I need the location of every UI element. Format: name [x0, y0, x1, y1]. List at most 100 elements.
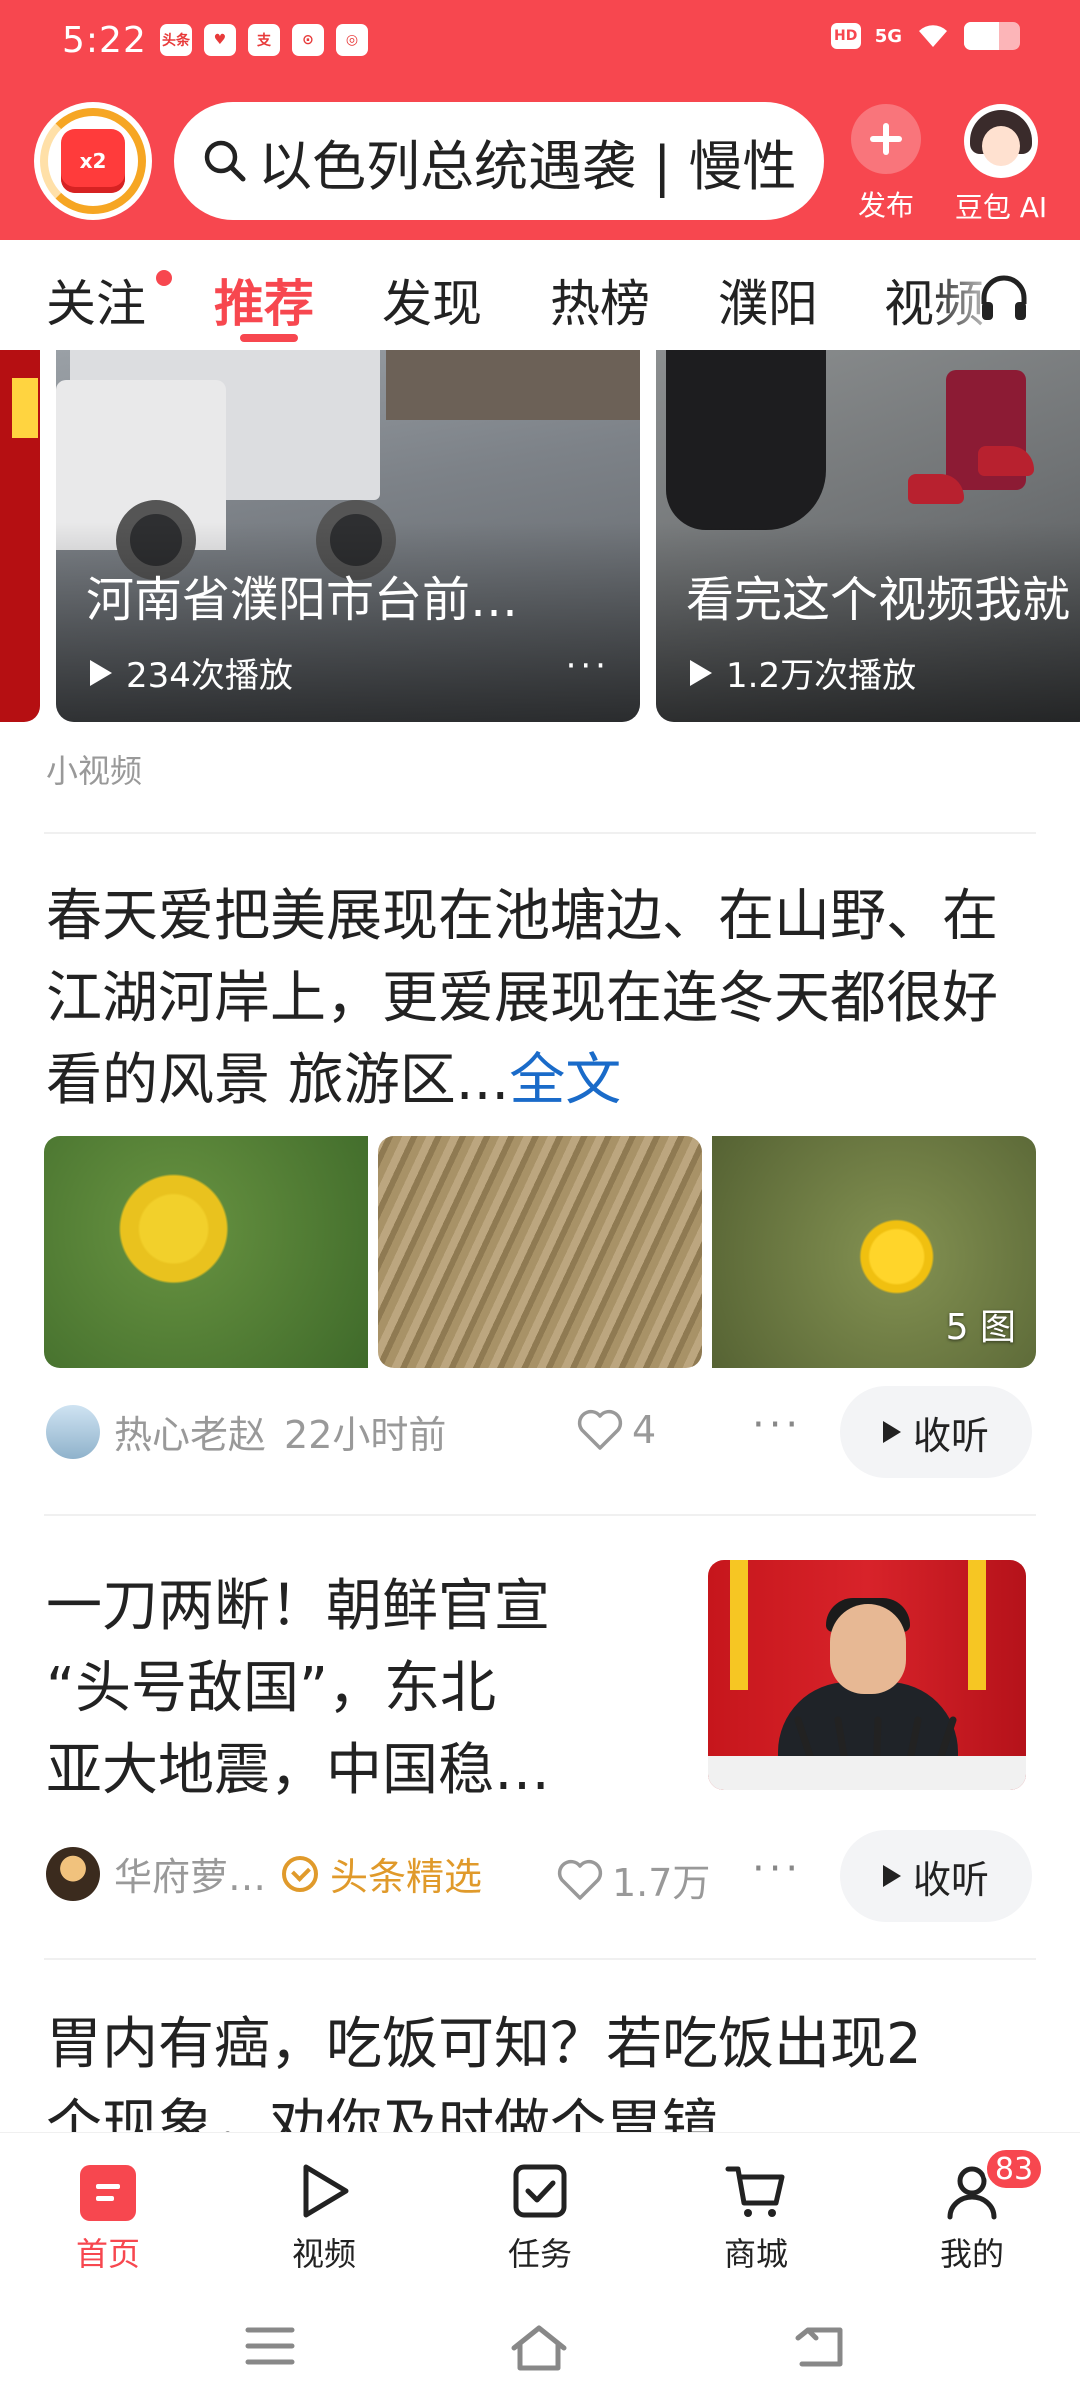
top-header: 5:22 头条 ♥ 支 ⊙ ◎ HD 5G x2 以色列总统遇袭 | 慢性 发布 — [0, 0, 1080, 240]
video-plays: 1.2万次播放 — [690, 648, 916, 697]
article-thumbnail[interactable] — [708, 1560, 1026, 1790]
heart-icon — [577, 1409, 623, 1450]
article-image[interactable] — [378, 1136, 702, 1368]
divider — [44, 1514, 1036, 1516]
more-icon[interactable]: ··· — [566, 646, 610, 686]
video-card-edge[interactable] — [0, 350, 40, 722]
play-icon — [882, 1421, 901, 1443]
video-plays: 234次播放 — [90, 648, 293, 697]
doubao-label: 豆包 AI — [954, 191, 1048, 224]
status-app-icon: ◎ — [336, 24, 368, 56]
article-image[interactable]: 5 图 — [712, 1136, 1036, 1368]
table-shape — [708, 1756, 1026, 1790]
active-tab-indicator — [240, 334, 298, 342]
signal-icon: 5G — [874, 25, 902, 47]
play-count: 234次播放 — [126, 656, 293, 696]
listen-label: 收听 — [912, 1413, 989, 1458]
status-app-icon: 头条 — [160, 24, 192, 56]
image-count: 5 图 — [945, 1307, 1016, 1348]
channel-tabs: 关注 推荐 发现 热榜 濮阳 视频 — [0, 240, 1080, 350]
author-name[interactable]: 热心老赵 — [114, 1404, 266, 1459]
tab-hot-list[interactable]: 热榜 — [550, 264, 650, 336]
system-nav-bar — [0, 2284, 1080, 2408]
video-title: 河南省濮阳市台前… — [86, 572, 519, 628]
nav-mall[interactable]: 商城 — [686, 2151, 826, 2275]
tab-puyang[interactable]: 濮阳 — [718, 264, 818, 336]
nav-label: 我的 — [939, 2235, 1004, 2273]
avatar[interactable] — [46, 1404, 100, 1459]
avatar[interactable] — [46, 1846, 100, 1901]
listen-button[interactable]: 收听 — [840, 1830, 1032, 1922]
tab-discover[interactable]: 发现 — [382, 264, 482, 336]
more-icon[interactable]: ··· — [752, 1846, 802, 1892]
doubao-ai-button[interactable]: 豆包 AI — [946, 104, 1056, 226]
hd-icon: HD — [830, 23, 861, 49]
play-icon — [90, 659, 112, 686]
article-meta: 热心老赵 22小时前 — [46, 1404, 446, 1459]
more-icon[interactable]: ··· — [752, 1402, 802, 1448]
headphones-icon[interactable] — [976, 270, 1032, 326]
home-button-icon[interactable] — [508, 2324, 570, 2372]
status-time: 5:22 — [62, 20, 147, 61]
task-icon — [513, 2164, 567, 2218]
play-icon — [690, 659, 712, 686]
title-line: “头号敌国”，东北 — [46, 1656, 497, 1721]
search-bar[interactable]: 以色列总统遇袭 | 慢性 — [174, 102, 824, 220]
shop-shape — [386, 350, 640, 420]
divider — [44, 1958, 1036, 1960]
battery-fill — [964, 22, 999, 50]
gift-button[interactable]: x2 — [34, 102, 152, 220]
article-meta: 华府萝… 头条精选 — [46, 1846, 522, 1901]
article-text[interactable]: 春天爱把美展现在池塘边、在山野、在江湖河岸上，更爱展现在连冬天都很好看的风景 旅… — [46, 876, 1036, 1122]
like-button[interactable]: 4 — [576, 1408, 656, 1452]
flag-shape — [968, 1560, 986, 1690]
nav-video[interactable]: 视频 — [254, 2151, 394, 2275]
status-app-icon: ♥ — [204, 24, 236, 56]
like-count: 1.7万 — [612, 1861, 711, 1905]
menu-icon[interactable] — [244, 2324, 296, 2368]
nav-label: 首页 — [75, 2235, 140, 2273]
article-title[interactable]: 一刀两断！朝鲜官宣 “头号敌国”，东北 亚大地震，中国稳… — [46, 1566, 646, 1812]
divider — [44, 832, 1036, 834]
video-card[interactable]: 看完这个视频我就 1.2万次播放 — [656, 350, 1080, 722]
listen-button[interactable]: 收听 — [840, 1386, 1032, 1478]
video-card[interactable]: 河南省濮阳市台前… 234次播放 ··· — [56, 350, 640, 722]
image-grid[interactable]: 5 图 — [44, 1136, 1036, 1368]
play-count: 1.2万次播放 — [726, 656, 917, 696]
status-app-icon: ⊙ — [292, 24, 324, 56]
publish-label: 发布 — [857, 189, 914, 222]
article-image[interactable] — [44, 1136, 368, 1368]
back-icon[interactable] — [794, 2324, 846, 2370]
notification-dot — [156, 270, 172, 286]
plus-icon — [851, 104, 921, 174]
wifi-icon — [919, 25, 947, 47]
notification-badge: 83 — [984, 2147, 1044, 2191]
title-line: 个现象，劝你及时做个胃镜 — [46, 2094, 718, 2134]
selected-badge-icon — [282, 1855, 319, 1892]
nav-me[interactable]: 83 我的 — [902, 2147, 1044, 2275]
like-button[interactable]: 1.7万 — [556, 1852, 710, 1907]
read-more-link[interactable]: 全文 — [509, 1048, 621, 1113]
selected-badge-label: 头条精选 — [330, 1855, 483, 1899]
tab-recommend[interactable]: 推荐 — [214, 264, 314, 336]
play-icon — [882, 1865, 901, 1887]
search-icon — [204, 140, 246, 182]
status-app-icon: 支 — [248, 24, 280, 56]
nav-label: 任务 — [507, 2235, 572, 2273]
play-icon — [303, 2164, 349, 2218]
author-name[interactable]: 华府萝… — [114, 1846, 266, 1901]
progress-ring — [40, 108, 146, 214]
status-bar: 5:22 头条 ♥ 支 ⊙ ◎ HD 5G — [0, 0, 1080, 86]
publish-button[interactable]: 发布 — [844, 104, 928, 224]
like-count: 4 — [632, 1408, 657, 1452]
listen-label: 收听 — [912, 1857, 989, 1902]
nav-home[interactable]: 首页 — [38, 2151, 178, 2275]
title-line: 一刀两断！朝鲜官宣 — [46, 1574, 550, 1639]
home-icon — [80, 2165, 136, 2221]
tab-follow[interactable]: 关注 — [46, 264, 146, 336]
video-thumbnail — [666, 350, 826, 530]
nav-tasks[interactable]: 任务 — [470, 2151, 610, 2275]
video-title: 看完这个视频我就 — [686, 572, 1071, 628]
article-title[interactable]: 胃内有癌，吃饭可知？若吃饭出现2 个现象，劝你及时做个胃镜 — [46, 2004, 1046, 2134]
status-indicators: HD 5G — [830, 22, 1020, 50]
